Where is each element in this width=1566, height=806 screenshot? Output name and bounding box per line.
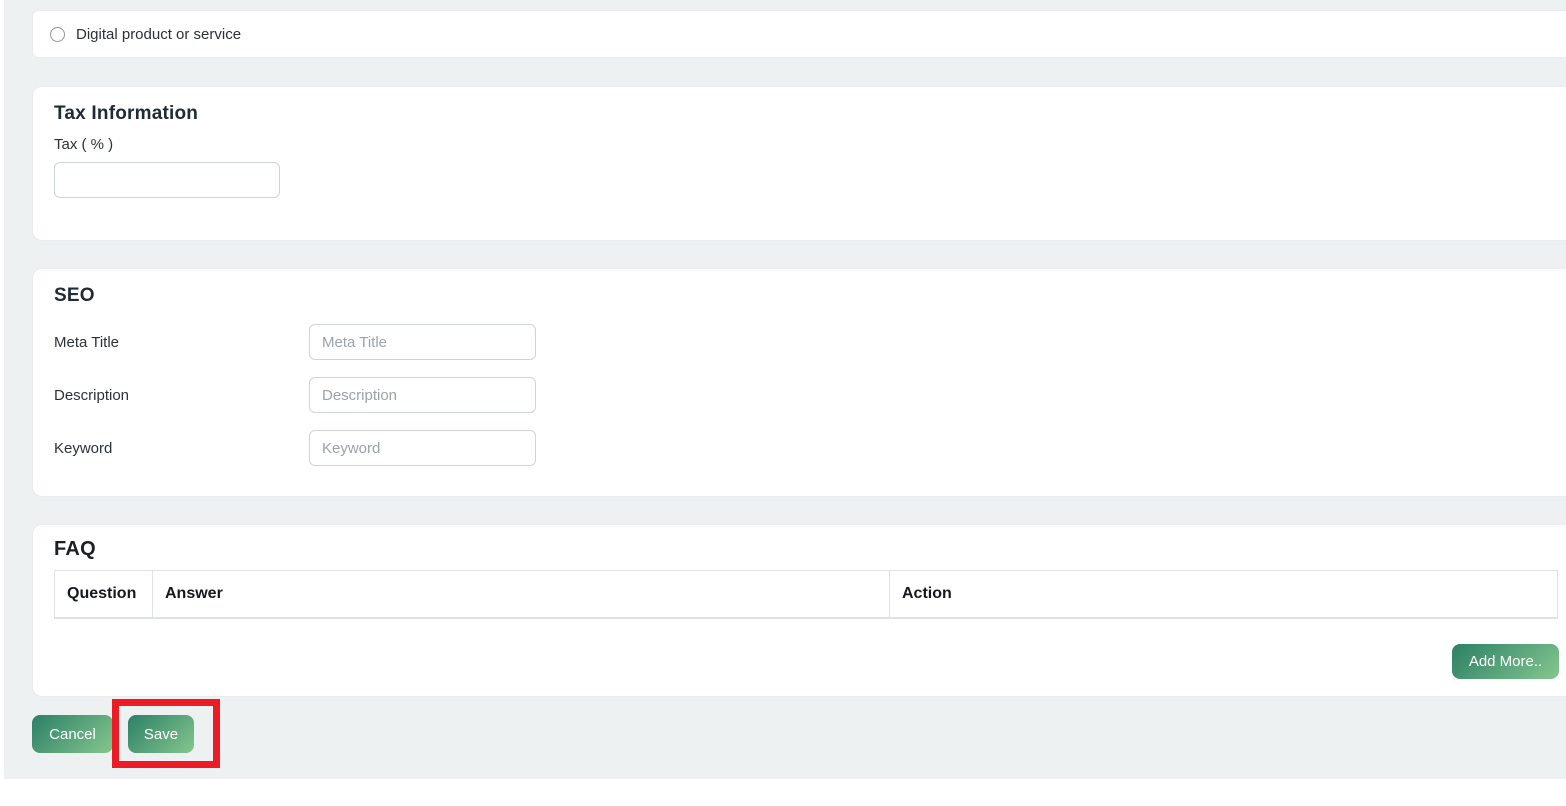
faq-section-title: FAQ — [54, 538, 1556, 561]
seo-section: SEO Meta Title Description Keyword — [32, 268, 1566, 497]
save-button[interactable]: Save — [128, 715, 194, 753]
faq-table-header-row: Question Answer Action — [55, 571, 1558, 618]
description-row: Description — [54, 377, 1556, 413]
meta-title-input[interactable] — [309, 324, 536, 360]
digital-product-radio[interactable] — [50, 27, 65, 42]
product-type-option-row[interactable]: Digital product or service — [32, 10, 1566, 58]
keyword-row: Keyword — [54, 430, 1556, 466]
meta-title-label: Meta Title — [54, 334, 309, 351]
description-input[interactable] — [309, 377, 536, 413]
faq-table: Question Answer Action — [54, 570, 1558, 619]
meta-title-row: Meta Title — [54, 324, 1556, 360]
seo-section-title: SEO — [54, 285, 1556, 307]
tax-section-title: Tax Information — [54, 103, 1556, 125]
faq-column-question: Question — [55, 571, 153, 618]
keyword-label: Keyword — [54, 440, 309, 457]
tax-percent-label: Tax ( % ) — [54, 136, 1556, 153]
cancel-button[interactable]: Cancel — [32, 715, 113, 753]
faq-column-action: Action — [890, 571, 1558, 618]
tax-information-section: Tax Information Tax ( % ) — [32, 86, 1566, 241]
faq-section: FAQ Question Answer Action Add More.. — [32, 524, 1566, 697]
add-more-button[interactable]: Add More.. — [1452, 644, 1559, 679]
digital-product-radio-label: Digital product or service — [76, 26, 241, 43]
tax-percent-input[interactable] — [54, 162, 280, 198]
product-form-page: Digital product or service Tax Informati… — [0, 0, 1566, 806]
description-label: Description — [54, 387, 309, 404]
keyword-input[interactable] — [309, 430, 536, 466]
faq-column-answer: Answer — [153, 571, 890, 618]
